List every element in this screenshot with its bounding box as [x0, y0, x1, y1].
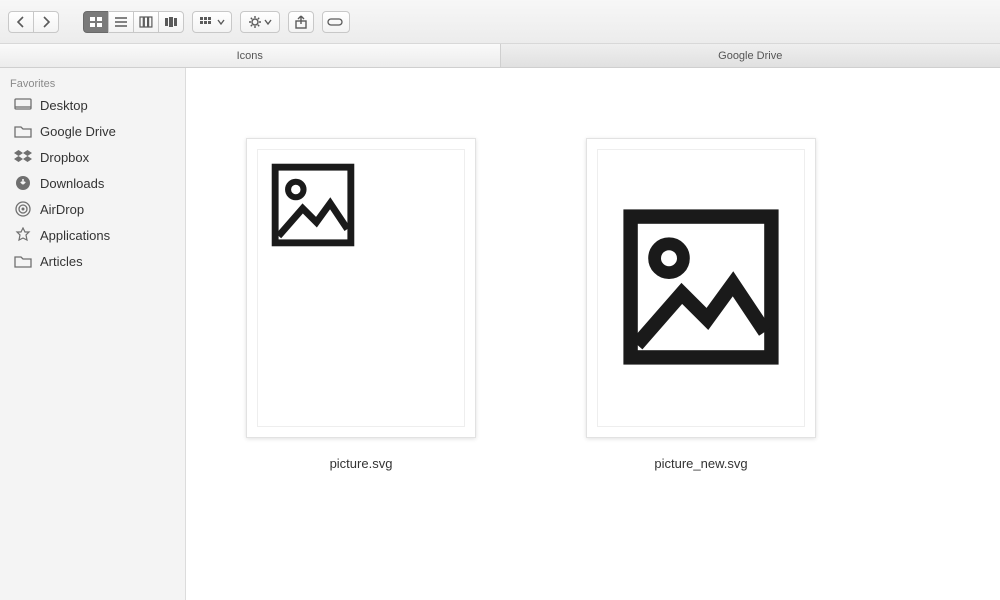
icon-view-button[interactable]	[83, 11, 109, 33]
sidebar-item-label: Desktop	[40, 98, 88, 113]
applications-icon	[14, 226, 32, 244]
sidebar-item-label: Applications	[40, 228, 110, 243]
airdrop-icon	[14, 200, 32, 218]
tags-button[interactable]	[322, 11, 350, 33]
image-icon	[258, 150, 368, 263]
file-thumbnail	[586, 138, 816, 438]
action-button[interactable]	[240, 11, 280, 33]
pathbar-tab-parent[interactable]: Google Drive	[501, 44, 1000, 67]
file-item[interactable]: picture.svg	[246, 138, 476, 471]
sidebar-item-label: Downloads	[40, 176, 104, 191]
file-thumbnail	[246, 138, 476, 438]
folder-icon	[14, 252, 32, 270]
desktop-icon	[14, 96, 32, 114]
nav-group	[8, 11, 59, 33]
sidebar-item-label: Google Drive	[40, 124, 116, 139]
pathbar-label: Icons	[237, 50, 263, 62]
sidebar-item-applications[interactable]: Applications	[0, 222, 185, 248]
sidebar-item-label: AirDrop	[40, 202, 84, 217]
file-label: picture.svg	[330, 456, 393, 471]
toolbar	[0, 0, 1000, 44]
finder-window: Icons Google Drive Favorites Desktop Goo…	[0, 0, 1000, 600]
view-controls	[83, 11, 350, 33]
sidebar-item-airdrop[interactable]: AirDrop	[0, 196, 185, 222]
sidebar-item-label: Articles	[40, 254, 83, 269]
arrange-button[interactable]	[192, 11, 232, 33]
sidebar-item-downloads[interactable]: Downloads	[0, 170, 185, 196]
sidebar-item-desktop[interactable]: Desktop	[0, 92, 185, 118]
share-button[interactable]	[288, 11, 314, 33]
pathbar: Icons Google Drive	[0, 44, 1000, 68]
dropbox-icon	[14, 148, 32, 166]
back-button[interactable]	[8, 11, 34, 33]
file-item[interactable]: picture_new.svg	[586, 138, 816, 471]
forward-button[interactable]	[33, 11, 59, 33]
image-icon	[621, 207, 781, 370]
body: Favorites Desktop Google Drive Dropbox	[0, 68, 1000, 600]
sidebar-header: Favorites	[0, 74, 185, 92]
pathbar-label: Google Drive	[718, 50, 782, 62]
view-mode-group	[83, 11, 184, 33]
folder-icon	[14, 122, 32, 140]
content-area: picture.svg picture_new.svg	[186, 68, 1000, 600]
column-view-button[interactable]	[133, 11, 159, 33]
sidebar-item-articles[interactable]: Articles	[0, 248, 185, 274]
sidebar-item-label: Dropbox	[40, 150, 89, 165]
sidebar-item-google-drive[interactable]: Google Drive	[0, 118, 185, 144]
downloads-icon	[14, 174, 32, 192]
pathbar-tab-current[interactable]: Icons	[0, 44, 501, 67]
sidebar-item-dropbox[interactable]: Dropbox	[0, 144, 185, 170]
file-label: picture_new.svg	[654, 456, 747, 471]
sidebar: Favorites Desktop Google Drive Dropbox	[0, 68, 186, 600]
list-view-button[interactable]	[108, 11, 134, 33]
coverflow-view-button[interactable]	[158, 11, 184, 33]
